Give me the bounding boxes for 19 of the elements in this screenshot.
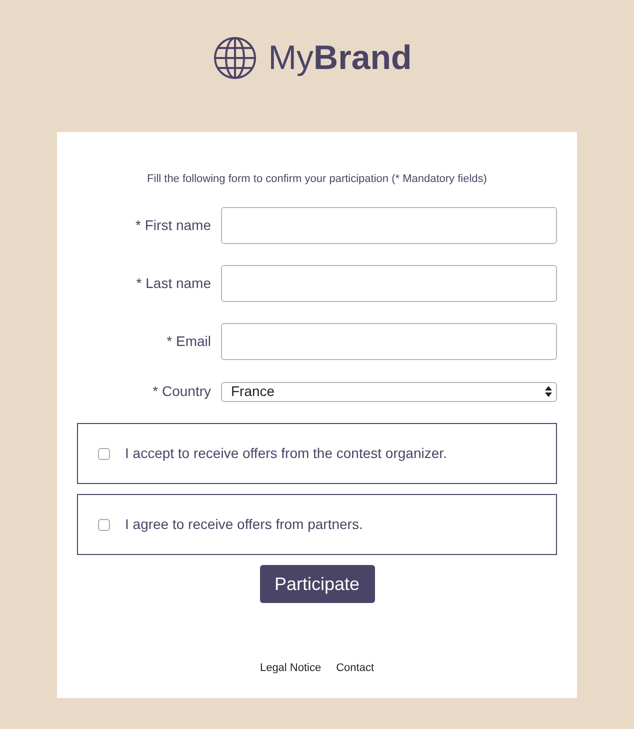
input-field[interactable] <box>221 265 557 302</box>
consent-label: I agree to receive offers from partners. <box>125 515 363 534</box>
checkbox[interactable] <box>98 448 110 460</box>
globe-icon <box>214 37 256 79</box>
footer-link[interactable]: Legal Notice <box>260 661 322 675</box>
input-field[interactable] <box>221 207 557 244</box>
input-field[interactable] <box>221 323 557 360</box>
participate-button[interactable]: Participate <box>260 565 374 603</box>
updown-arrows-icon <box>545 386 552 397</box>
field-label: * Country <box>152 382 211 401</box>
consent-label: I accept to receive offers from the contest organizer. <box>125 444 447 463</box>
checkbox[interactable] <box>98 518 110 530</box>
footer-link[interactable]: Contact <box>336 661 374 675</box>
field-label: * Email <box>166 332 211 351</box>
field-label: * Last name <box>136 274 211 293</box>
form-intro: Fill the following form to confirm your participation (* Mandatory fields) <box>147 172 487 186</box>
country-select[interactable]: France <box>221 382 557 402</box>
brand-name: MyBrand <box>268 41 412 75</box>
field-label: * First name <box>136 216 211 235</box>
